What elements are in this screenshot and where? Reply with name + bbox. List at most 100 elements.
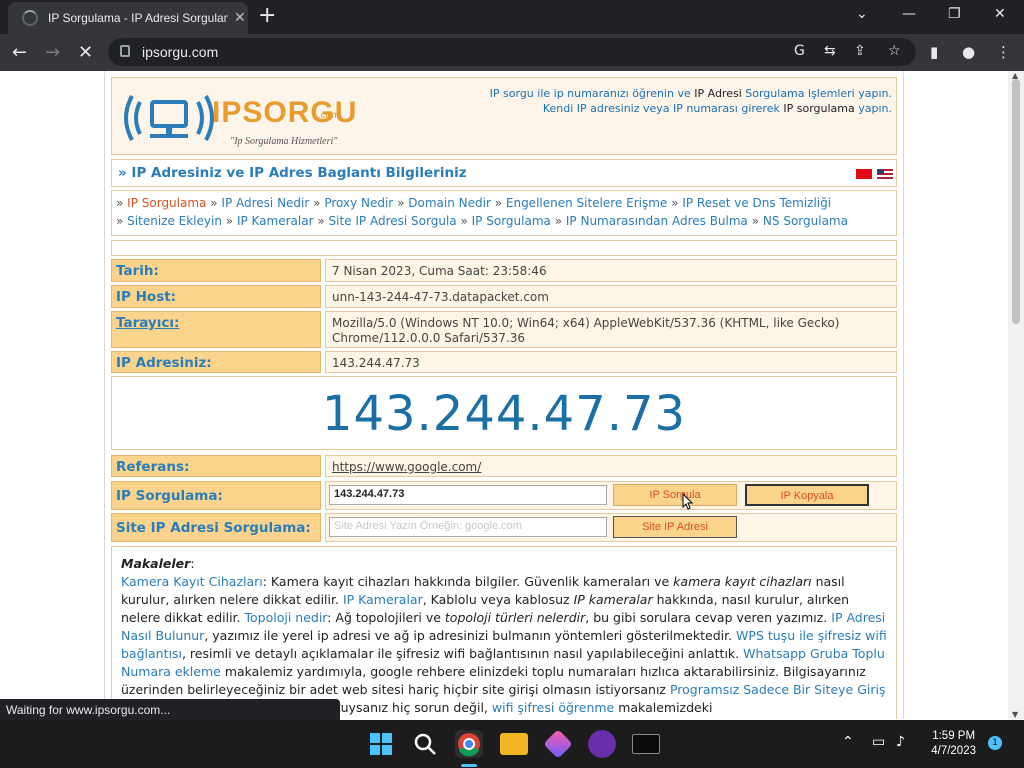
intro-emphasis: IP Adresi (694, 87, 742, 100)
articles-box: Makaleler: Kamera Kayıt Cihazları: Kamer… (111, 546, 897, 719)
nav-separator: » (313, 196, 321, 210)
article-link[interactable]: IP Kameralar (343, 592, 423, 607)
terminal-icon[interactable] (632, 734, 660, 754)
article-link[interactable]: Topoloji nedir (245, 610, 328, 625)
bookmark-star-icon[interactable]: ☆ (888, 43, 901, 59)
us-flag-icon[interactable] (877, 169, 893, 179)
ip-query-row: IP Sorgulama: 143.244.47.73 IP Sorgula I… (111, 481, 897, 510)
browser-label[interactable]: Tarayıcı: (111, 311, 321, 348)
notification-badge[interactable]: 1 (988, 736, 1002, 750)
site-container: IPSORGU .com "Ip Sorgulama Hizmetleri" I… (104, 71, 904, 719)
ip-copy-button[interactable]: IP Kopyala (745, 484, 869, 506)
app-icon-purple[interactable] (543, 729, 573, 759)
nav-separator: » (116, 214, 124, 228)
loading-spinner-icon (22, 10, 38, 26)
intro-text: yapın. (858, 102, 892, 115)
turkish-flag-icon[interactable] (856, 169, 872, 179)
nav-separator: » (397, 196, 405, 210)
big-ip-display: 143.244.47.73 (111, 376, 897, 450)
article-text: : Ağ topolojileri ve (327, 610, 445, 625)
google-icon[interactable]: G (794, 43, 805, 59)
mouse-cursor-icon (682, 493, 694, 510)
nav-link[interactable]: Engellenen Sitelere Erişme (506, 196, 667, 210)
nav-separator: » (317, 214, 325, 228)
referrer-row: Referans: https://www.google.com/ (111, 455, 897, 477)
nav-separator: » (460, 214, 468, 228)
intro-text: IP sorgu ile ip numaranızı öğrenin ve (489, 87, 691, 100)
tab-search-icon[interactable]: ⌄ (856, 6, 868, 22)
site-header: IPSORGU .com "Ip Sorgulama Hizmetleri" I… (111, 77, 897, 155)
nav-link[interactable]: Domain Nedir (408, 196, 491, 210)
tab-title: IP Sorgulama - IP Adresi Sorgulama (48, 11, 228, 25)
ip-query-button[interactable]: IP Sorgula (613, 484, 737, 506)
monitor-signal-icon (124, 95, 214, 141)
article-text: , bu gibi sorulara cevap veren yazımız. (585, 610, 832, 625)
nav-link[interactable]: IP Sorgulama (472, 214, 551, 228)
translate-icon[interactable]: ⇆ (824, 43, 836, 59)
referrer-label: Referans: (111, 455, 321, 477)
date-row: Tarih: 7 Nisan 2023, Cuma Saat: 23:58:46 (111, 259, 897, 282)
page-scrollbar[interactable]: ▲ ▼ (1008, 71, 1024, 719)
nav-separator: » (210, 196, 218, 210)
browser-titlebar: IP Sorgulama - IP Adresi Sorgulama ✕ + ⌄… (0, 0, 1024, 34)
nav-link[interactable]: IP Sorgulama (127, 196, 206, 210)
tor-browser-icon[interactable] (588, 730, 616, 758)
referrer-value[interactable]: https://www.google.com/ (325, 455, 897, 477)
new-tab-button[interactable]: + (258, 5, 276, 27)
scroll-thumb[interactable] (1012, 79, 1020, 324)
taskbar-clock[interactable]: 1:59 PM 4/7/2023 (931, 729, 976, 759)
menu-icon[interactable]: ⋮ (996, 43, 1011, 61)
nav-link[interactable]: IP Adresi Nedir (221, 196, 309, 210)
windows-start-icon[interactable] (369, 732, 393, 756)
header-intro: IP sorgu ile ip numaranızı öğrenin ve IP… (490, 86, 892, 116)
chevron-up-icon[interactable]: ⌃ (842, 734, 854, 750)
browser-row: Tarayıcı: Mozilla/5.0 (Windows NT 10.0; … (111, 311, 897, 348)
article-text: , yazımız ile yerel ip adresi ve ağ ip a… (204, 628, 737, 643)
nav-link[interactable]: Sitenize Ekleyin (127, 214, 222, 228)
date-label: Tarih: (111, 259, 321, 282)
browser-tab[interactable]: IP Sorgulama - IP Adresi Sorgulama ✕ (8, 2, 248, 34)
site-ip-button[interactable]: Site IP Adresi (613, 516, 737, 538)
site-query-row: Site IP Adresi Sorgulama: Site Adresi Ya… (111, 513, 897, 542)
nav-link[interactable]: IP Numarasından Adres Bulma (566, 214, 748, 228)
browser-toolbar: ← → ✕ ipsorgu.com G ⇆ ⇪ ☆ ▮ ● ⋮ (0, 34, 1024, 71)
close-window-button[interactable]: ✕ (994, 6, 1006, 22)
ip-value: 143.244.47.73 (325, 351, 897, 373)
active-app-indicator (461, 764, 477, 767)
nav-link[interactable]: NS Sorgulama (763, 214, 848, 228)
article-link[interactable]: Kamera Kayıt Cihazları (121, 574, 263, 589)
lock-icon[interactable] (120, 45, 130, 57)
chrome-taskbar-icon[interactable] (455, 730, 483, 758)
article-link[interactable]: wifi şifresi öğrenme (492, 700, 614, 715)
site-query-input[interactable]: Site Adresi Yazın Örneğin: google.com (329, 517, 607, 537)
forward-icon[interactable]: → (45, 42, 60, 63)
file-explorer-icon[interactable] (500, 733, 528, 755)
ip-query-label: IP Sorgulama: (111, 481, 321, 510)
back-icon[interactable]: ← (12, 42, 27, 63)
site-query-label: Site IP Adresi Sorgulama: (111, 513, 321, 542)
minimize-button[interactable]: — (902, 6, 916, 22)
nav-separator: » (671, 196, 679, 210)
nav-link[interactable]: IP Kameralar (237, 214, 314, 228)
stop-loading-icon[interactable]: ✕ (78, 42, 93, 63)
page-title: » IP Adresiniz ve IP Adres Baglantı Bilg… (118, 165, 467, 181)
site-logo[interactable]: IPSORGU .com "Ip Sorgulama Hizmetleri" (120, 88, 380, 150)
nav-link[interactable]: Proxy Nedir (324, 196, 393, 210)
close-tab-icon[interactable]: ✕ (234, 10, 246, 26)
nav-link[interactable]: Site IP Adresi Sorgula (329, 214, 457, 228)
address-bar[interactable]: ipsorgu.com G ⇆ ⇪ ☆ (108, 38, 916, 66)
volume-icon[interactable]: ♪ (896, 734, 905, 750)
article-link[interactable]: Programsız Sadece Bir Siteye Giriş (670, 682, 886, 697)
logo-domain: .com (318, 110, 340, 121)
profile-icon[interactable]: ● (962, 43, 975, 61)
nav-separator: » (116, 196, 124, 210)
side-panel-icon[interactable]: ▮ (930, 43, 938, 61)
restore-button[interactable]: ❐ (948, 6, 961, 22)
nav-link[interactable]: IP Reset ve Dns Temizliği (682, 196, 831, 210)
scroll-down-icon[interactable]: ▼ (1012, 710, 1018, 719)
clock-time: 1:59 PM (932, 730, 976, 742)
network-icon[interactable]: ▭ (872, 734, 885, 750)
ip-query-input[interactable]: 143.244.47.73 (329, 485, 607, 505)
search-icon[interactable] (413, 732, 437, 756)
share-icon[interactable]: ⇪ (854, 43, 866, 59)
